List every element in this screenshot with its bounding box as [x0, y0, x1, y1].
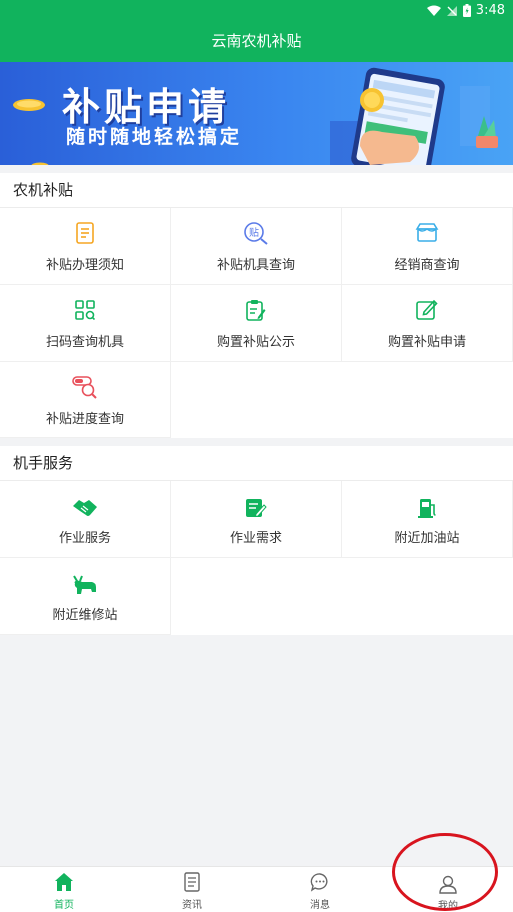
tab-label: 我的 [438, 901, 458, 912]
cell-label: 扫码查询机具 [45, 335, 124, 350]
operator-service-section: 机手服务 作业服务 作业需求 附近加油站 附近维修站 [0, 446, 513, 635]
subsidy-grid: 补贴办理须知 贴 补贴机具查询 经销商查询 扫码查询机具 购置补贴公示 购置补贴… [0, 208, 513, 438]
scan-query-machine-button[interactable]: 扫码查询机具 [0, 285, 171, 362]
coin-icon [31, 162, 49, 165]
cell-label: 附近维修站 [52, 608, 118, 623]
clipboard-edit-icon [243, 297, 269, 323]
cell-label: 补贴机具查询 [216, 258, 295, 273]
subsidy-section: 农机补贴 补贴办理须知 贴 补贴机具查询 经销商查询 扫码查询机具 购置补贴公示… [0, 173, 513, 438]
edit-square-icon [414, 297, 440, 323]
home-icon [55, 873, 73, 891]
work-service-button[interactable]: 作业服务 [0, 481, 171, 558]
message-icon [310, 873, 328, 892]
section-title: 农机补贴 [0, 173, 513, 208]
cell-label: 经销商查询 [394, 258, 460, 273]
phone-hand-illustration [330, 67, 498, 165]
page-title: 云南农机补贴 [0, 22, 513, 62]
subsidy-progress-query-button[interactable]: 补贴进度查询 [0, 362, 171, 438]
bottom-tab-bar: 首页 资讯 消息 我的 [0, 866, 513, 912]
tab-messages[interactable]: 消息 [256, 867, 384, 912]
repair-cow-icon [72, 572, 98, 598]
subsidy-apply-banner[interactable]: 补贴申请 随时随地轻松搞定 [0, 62, 513, 165]
cell-label: 购置补贴申请 [387, 335, 466, 350]
edit-note-icon [243, 495, 269, 521]
purchase-subsidy-apply-button[interactable]: 购置补贴申请 [342, 285, 513, 362]
operator-grid: 作业服务 作业需求 附近加油站 附近维修站 [0, 481, 513, 635]
wifi-icon [426, 5, 441, 16]
signal-off-icon [446, 5, 457, 16]
fuel-station-icon [414, 495, 440, 521]
status-time: 3:48 [475, 3, 505, 18]
tab-home[interactable]: 首页 [0, 867, 128, 912]
battery-icon [462, 4, 471, 17]
tab-label: 首页 [54, 900, 74, 911]
status-bar: 3:48 [0, 0, 513, 22]
coin-icon [13, 99, 45, 111]
tab-news[interactable]: 资讯 [128, 867, 256, 912]
nearby-repair-station-button[interactable]: 附近维修站 [0, 558, 171, 635]
user-icon [439, 875, 457, 894]
nearby-gas-station-button[interactable]: 附近加油站 [342, 481, 513, 558]
news-icon [184, 872, 200, 892]
tab-label: 资讯 [182, 900, 202, 911]
cell-label: 作业需求 [229, 531, 282, 546]
handshake-icon [72, 495, 98, 521]
scan-grid-icon [72, 297, 98, 323]
purchase-subsidy-notice-button[interactable]: 购置补贴公示 [171, 285, 342, 362]
tab-label: 消息 [310, 900, 330, 911]
cell-label: 补贴进度查询 [45, 412, 124, 427]
subsidy-guide-button[interactable]: 补贴办理须知 [0, 208, 171, 285]
subsidy-machine-query-button[interactable]: 贴 补贴机具查询 [171, 208, 342, 285]
work-demand-button[interactable]: 作业需求 [171, 481, 342, 558]
banner-subtitle: 随时随地轻松搞定 [66, 126, 243, 148]
svg-text:贴: 贴 [249, 226, 259, 239]
store-icon [414, 220, 440, 246]
cell-label: 附近加油站 [394, 531, 460, 546]
document-list-icon [72, 220, 98, 246]
cell-label: 补贴办理须知 [45, 258, 124, 273]
section-title: 机手服务 [0, 446, 513, 481]
cell-label: 作业服务 [58, 531, 111, 546]
search-subsidy-icon: 贴 [243, 220, 269, 246]
progress-search-icon [72, 374, 98, 400]
tab-mine[interactable]: 我的 [384, 867, 512, 912]
dealer-query-button[interactable]: 经销商查询 [342, 208, 513, 285]
cell-label: 购置补贴公示 [216, 335, 295, 350]
